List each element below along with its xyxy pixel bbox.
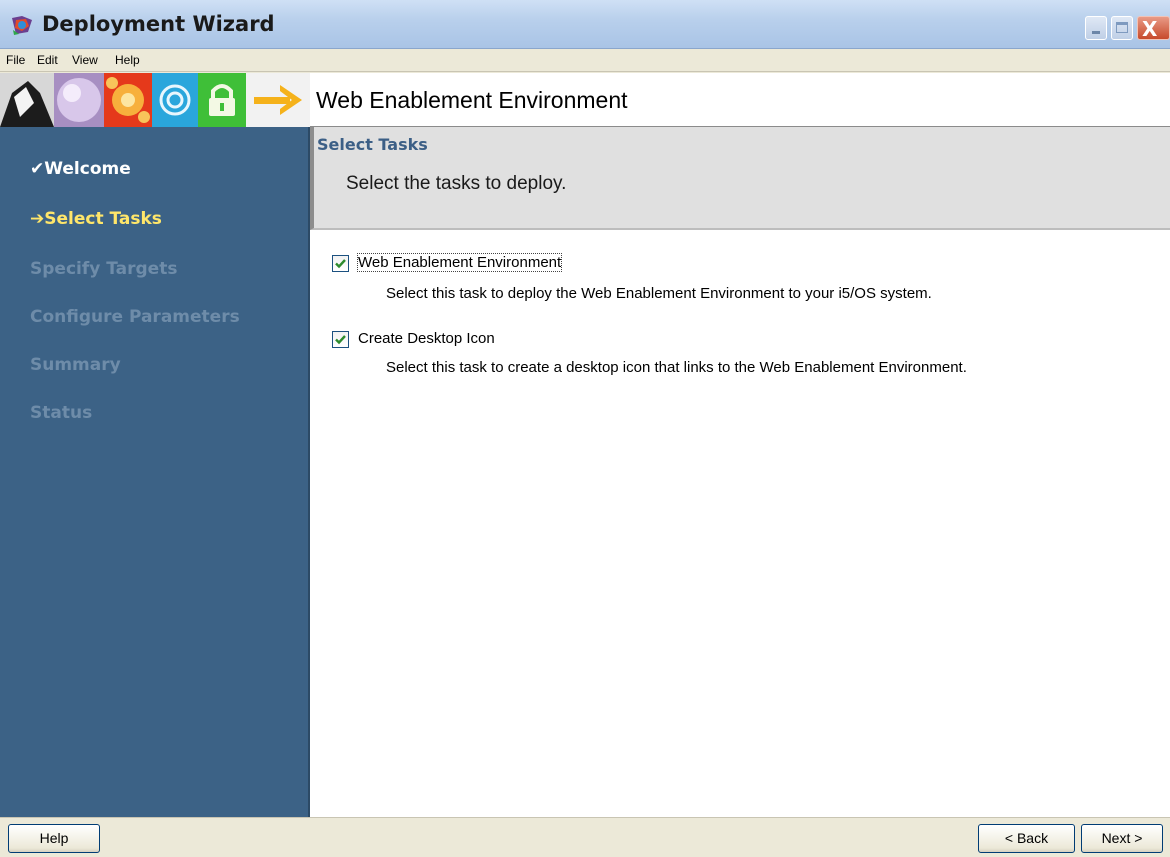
close-icon: X: [1142, 17, 1158, 41]
flower-icon: [104, 73, 152, 127]
menu-bar: File Edit View Help: [0, 49, 1170, 72]
button-bar: Help < Back Next >: [0, 817, 1170, 857]
menu-view[interactable]: View: [72, 53, 98, 67]
step-label: Select Tasks: [44, 209, 162, 229]
wizard-steps-sidebar: ✔Welcome ➔Select Tasks Specify Targets C…: [0, 127, 310, 817]
step-label: Specify Targets: [30, 259, 178, 279]
back-button[interactable]: < Back: [978, 824, 1075, 853]
section-subtitle: Select the tasks to deploy.: [346, 173, 567, 194]
window-title: Deployment Wizard: [42, 12, 275, 36]
step-label: Welcome: [44, 159, 131, 179]
step-label: Status: [30, 403, 93, 423]
help-button[interactable]: Help: [8, 824, 100, 853]
step-welcome[interactable]: ✔Welcome: [30, 159, 131, 179]
step-status: Status: [30, 403, 92, 423]
task-desktop-icon-description: Select this task to create a desktop ico…: [386, 359, 967, 376]
close-button[interactable]: X: [1137, 16, 1170, 41]
banner-title: Web Enablement Environment: [316, 87, 628, 113]
menu-edit[interactable]: Edit: [37, 53, 58, 67]
section-header: Select Tasks Select the tasks to deploy.: [310, 127, 1170, 230]
step-specify-targets: Specify Targets: [30, 259, 177, 279]
step-select-tasks[interactable]: ➔Select Tasks: [30, 209, 162, 229]
section-title: Select Tasks: [317, 135, 428, 154]
minimize-button[interactable]: [1085, 16, 1107, 40]
menu-file[interactable]: File: [6, 53, 25, 67]
task-desktop-icon-label[interactable]: Create Desktop Icon: [358, 330, 495, 347]
person-icon: [0, 73, 54, 127]
banner-graphic: [0, 73, 310, 127]
checkmark-icon: ✔: [30, 159, 45, 179]
maximize-button[interactable]: [1111, 16, 1133, 40]
step-label: Summary: [30, 355, 121, 375]
next-button[interactable]: Next >: [1081, 824, 1163, 853]
arrow-right-icon: ➔: [30, 209, 45, 229]
step-label: Configure Parameters: [30, 307, 240, 327]
arrow-right-icon: [246, 73, 310, 127]
sphere-icon: [54, 73, 104, 127]
task-desktop-icon-checkbox[interactable]: [332, 331, 349, 348]
task-web-enablement-description: Select this task to deploy the Web Enabl…: [386, 285, 932, 302]
maximize-icon: [1116, 22, 1128, 33]
lock-icon: [198, 73, 246, 127]
step-configure-parameters: Configure Parameters: [30, 307, 240, 327]
checkmark-icon: [335, 335, 346, 345]
app-icon: [12, 16, 32, 35]
minimize-icon: [1092, 31, 1100, 34]
task-web-enablement-label[interactable]: Web Enablement Environment: [356, 253, 563, 272]
main-panel: Select Tasks Select the tasks to deploy.…: [310, 127, 1170, 817]
checkmark-icon: [335, 259, 346, 269]
menu-help[interactable]: Help: [115, 53, 140, 67]
step-summary: Summary: [30, 355, 121, 375]
task-web-enablement-checkbox[interactable]: [332, 255, 349, 272]
spiral-icon: [152, 73, 198, 127]
banner-header: Web Enablement Environment: [310, 73, 1170, 127]
title-bar[interactable]: Deployment Wizard X: [0, 0, 1170, 49]
